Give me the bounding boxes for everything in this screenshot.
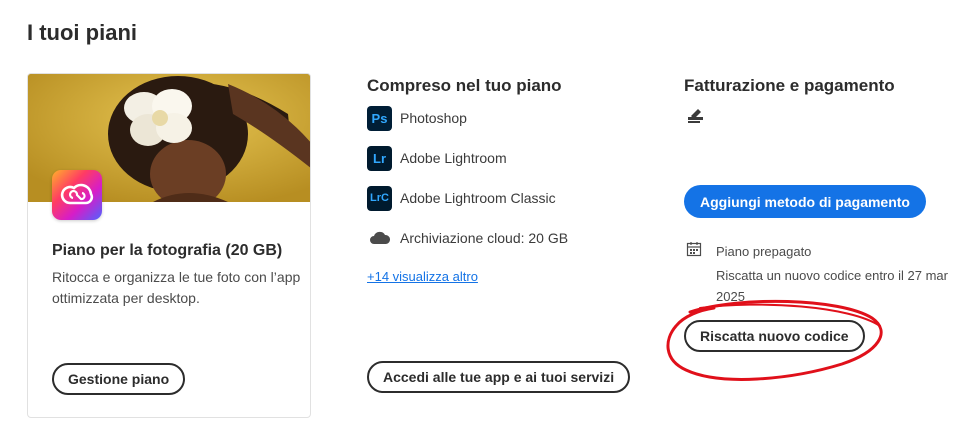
included-item-label: Adobe Lightroom Classic: [400, 190, 556, 206]
plan-description: Ritocca e organizza le tue foto con l’ap…: [52, 269, 301, 306]
included-item-photoshop: Ps Photoshop: [367, 105, 467, 131]
plan-card: Piano per la fotografia (20 GB) Ritocca …: [27, 73, 311, 418]
cloud-icon: [367, 226, 392, 251]
access-apps-button[interactable]: Accedi alle tue app e ai tuoi servizi: [367, 361, 631, 393]
page-title: I tuoi piani: [27, 20, 137, 45]
lightroom-icon: Lr: [367, 145, 392, 171]
creative-cloud-logo-icon: [52, 170, 102, 220]
included-item-cloud-storage: Archiviazione cloud: 20 GB: [367, 225, 568, 251]
included-item-lightroom-classic: LrC Adobe Lightroom Classic: [367, 185, 556, 211]
plan-name: Piano per la fotografia (20 GB): [52, 242, 283, 259]
billing-edit-icon: [686, 106, 706, 126]
billing-title: Fatturazione e pagamento: [684, 76, 895, 95]
calendar-icon: [686, 241, 702, 257]
manage-plan-button[interactable]: Gestione piano: [52, 363, 186, 395]
add-payment-method-button[interactable]: Aggiungi metodo di pagamento: [684, 185, 926, 218]
prepaid-plan-label: Piano prepagato: [716, 244, 812, 259]
lightroom-classic-icon: LrC: [367, 185, 392, 211]
photoshop-icon: Ps: [367, 105, 392, 131]
included-item-label: Photoshop: [400, 110, 467, 126]
included-item-lightroom: Lr Adobe Lightroom: [367, 145, 507, 171]
redeem-deadline-text: Riscatta un nuovo codice entro il 27 mar…: [716, 268, 948, 304]
redeem-code-button[interactable]: Riscatta nuovo codice: [684, 320, 865, 352]
included-title: Compreso nel tuo piano: [367, 76, 562, 95]
included-item-label: Archiviazione cloud: 20 GB: [400, 230, 569, 246]
view-more-link[interactable]: +14 visualizza altro: [367, 269, 478, 284]
included-item-label: Adobe Lightroom: [400, 150, 507, 166]
